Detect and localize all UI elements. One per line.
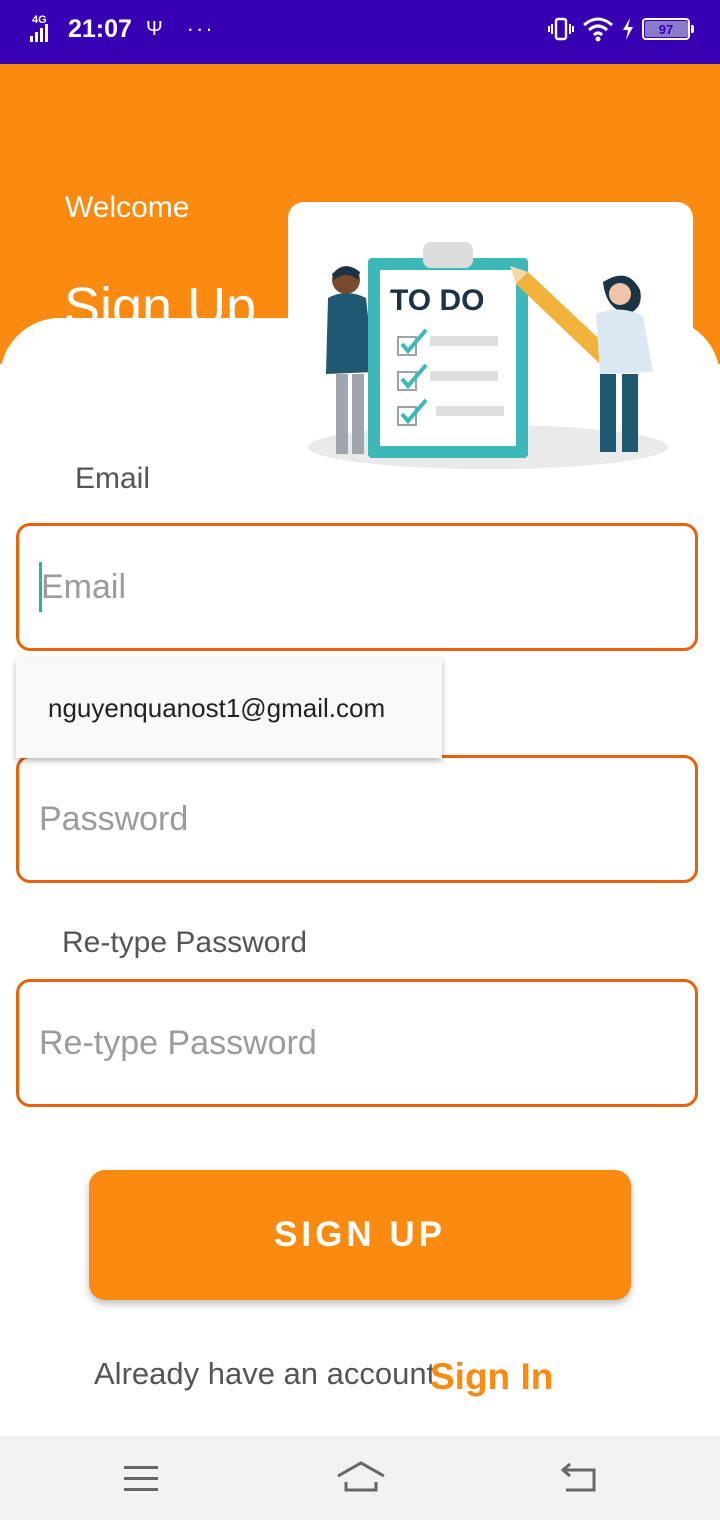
retype-password-label: Re-type Password <box>62 926 308 959</box>
battery-icon: 97 <box>642 18 694 40</box>
more-notifications-icon: ··· <box>186 16 215 41</box>
sign-up-button[interactable]: SIGN UP <box>89 1170 631 1300</box>
network-icon: 4G <box>30 14 64 44</box>
vibrate-icon <box>548 17 574 41</box>
wifi-icon <box>583 17 613 42</box>
todo-text: TO DO <box>390 284 484 317</box>
charging-icon <box>623 18 633 40</box>
retype-password-placeholder: Re-type Password <box>39 1023 317 1062</box>
welcome-text: Welcome <box>65 191 190 224</box>
sign-in-link[interactable]: Sign In <box>430 1356 553 1398</box>
retype-password-field[interactable]: Re-type Password <box>16 979 698 1107</box>
already-have-account-text: Already have an account <box>94 1356 436 1391</box>
password-placeholder: Password <box>39 799 189 838</box>
email-autocomplete-suggestion[interactable]: nguyenquanost1@gmail.com <box>16 658 442 758</box>
email-field[interactable]: Email <box>16 523 698 651</box>
status-left: 4G 21:07 Ψ ··· <box>30 14 215 44</box>
battery-level: 97 <box>658 21 674 37</box>
todo-illustration: TO DO <box>288 202 693 472</box>
status-bar: 4G 21:07 Ψ ··· 97 <box>0 0 720 64</box>
todo-illustration-graphic: TO DO <box>308 242 668 469</box>
menu-icon[interactable] <box>124 1466 158 1499</box>
password-field[interactable]: Password <box>16 755 698 883</box>
status-right: 97 <box>548 16 694 42</box>
suggestion-text: nguyenquanost1@gmail.com <box>48 692 386 723</box>
status-time: 21:07 <box>68 14 132 43</box>
email-placeholder: Email <box>41 567 127 606</box>
home-icon[interactable] <box>336 1460 386 1494</box>
usb-icon: Ψ <box>145 17 163 40</box>
email-label: Email <box>75 462 151 495</box>
back-icon[interactable] <box>560 1462 600 1494</box>
